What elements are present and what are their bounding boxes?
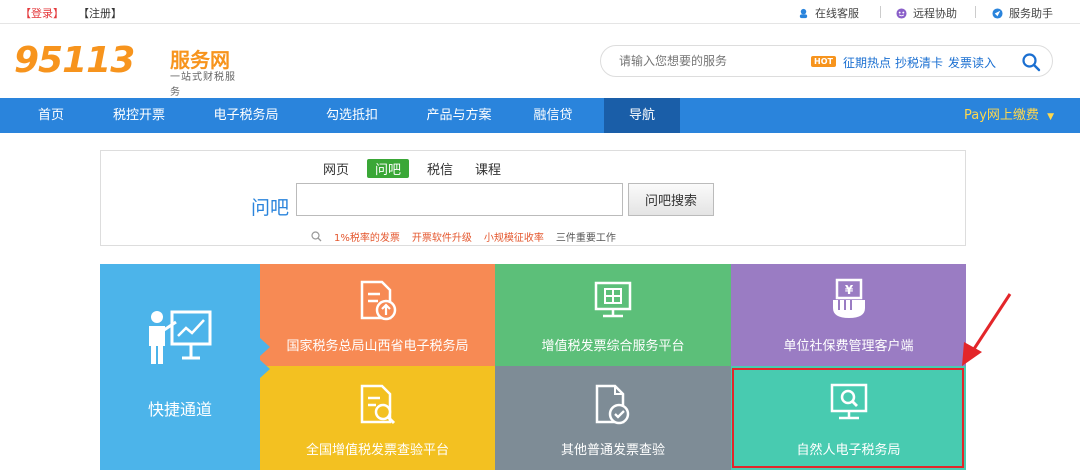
pointer-arrow-icon xyxy=(962,293,1012,366)
register-link[interactable]: 【注册】 xyxy=(78,5,122,21)
hot-badge: HOT xyxy=(811,56,836,67)
online-service-link[interactable]: 在线客服 xyxy=(798,5,859,21)
top-bar: 【登录】 【注册】 在线客服 远程协助 服务助手 xyxy=(0,0,1080,24)
logo-slogan: 一站式财税服务 xyxy=(170,72,236,98)
nav-home[interactable]: 首页 xyxy=(20,98,82,133)
nav-credit-loan[interactable]: 融信贷 xyxy=(522,98,584,133)
tab-course[interactable]: 课程 xyxy=(471,159,505,178)
login-link[interactable]: 【登录】 xyxy=(20,5,64,21)
wenba-search-button[interactable]: 问吧搜索 xyxy=(628,183,714,216)
document-search-icon xyxy=(360,384,396,425)
monitor-tax-icon xyxy=(594,281,632,318)
wenba-search-input[interactable] xyxy=(296,183,623,216)
wenba-tabs: 网页 问吧 税信 课程 xyxy=(319,159,505,178)
wenba-search-panel: 网页 问吧 税信 课程 问吧 问吧搜索 1%税率的发票 开票软件升级 小规模征收… xyxy=(100,150,966,246)
service-helper-icon xyxy=(992,7,1003,19)
quick-link-tax-clear[interactable]: 抄税清卡 xyxy=(895,54,943,71)
quick-link-invoice-read[interactable]: 发票读入 xyxy=(948,54,996,71)
tile-vat-platform[interactable]: 增值税发票综合服务平台 xyxy=(495,264,731,366)
nav-navigation[interactable]: 导航 xyxy=(604,98,680,133)
tile-vat-verification-label: 全国增值税发票查验平台 xyxy=(305,443,449,458)
document-check-icon xyxy=(595,384,630,425)
search-icon xyxy=(311,231,322,242)
tag-three-tasks[interactable]: 三件重要工作 xyxy=(556,229,616,244)
nav-online-pay-label: Pay网上缴费 xyxy=(964,108,1039,123)
main-nav: 首页 税控开票 电子税务局 勾选抵扣 产品与方案 融信贷 导航 Pay网上缴费 … xyxy=(0,98,1080,133)
svg-text:¥: ¥ xyxy=(845,283,854,297)
tile-social-insurance[interactable]: ¥ 单位社保费管理客户端 xyxy=(731,264,966,366)
tile-notch-bottom xyxy=(260,360,270,378)
quick-link-hot-period[interactable]: 征期热点 xyxy=(843,54,891,71)
tab-wenba[interactable]: 问吧 xyxy=(367,159,410,178)
remote-assist-link[interactable]: 远程协助 xyxy=(896,5,957,21)
search-input[interactable] xyxy=(619,52,799,70)
tile-shanxi-e-tax[interactable]: 国家税务总局山西省电子税务局 xyxy=(260,264,495,366)
service-helper-label: 服务助手 xyxy=(1009,7,1053,20)
nav-e-tax-bureau[interactable]: 电子税务局 xyxy=(200,98,292,133)
tile-general-invoice-check-label: 其他普通发票查验 xyxy=(560,443,665,458)
hand-yen-icon: ¥ xyxy=(833,278,865,318)
wenba-label: 问吧 xyxy=(251,197,290,219)
nav-tax-invoice[interactable]: 税控开票 xyxy=(100,98,178,133)
service-helper-link[interactable]: 服务助手 xyxy=(992,5,1053,21)
site-search: HOT 征期热点 抄税清卡 发票读入 xyxy=(600,45,1053,77)
tile-social-insurance-label: 单位社保费管理客户端 xyxy=(783,339,914,354)
online-service-label: 在线客服 xyxy=(815,7,859,20)
remote-assist-label: 远程协助 xyxy=(913,7,957,20)
tag-software-upgrade[interactable]: 开票软件升级 xyxy=(412,229,472,244)
headset-icon xyxy=(799,8,808,18)
search-icon[interactable] xyxy=(1021,52,1041,72)
tile-notch-top xyxy=(260,338,270,356)
tile-general-invoice-check[interactable]: 其他普通发票查验 xyxy=(495,366,731,470)
tab-web[interactable]: 网页 xyxy=(319,159,353,178)
logo-number: 95113 xyxy=(14,40,135,81)
presentation-icon xyxy=(149,310,212,364)
site-logo[interactable]: 95113 服务网 一站式财税服务 xyxy=(14,40,244,98)
tab-shuixin[interactable]: 税信 xyxy=(423,159,457,178)
nav-deduction[interactable]: 勾选抵扣 xyxy=(312,98,392,133)
tile-quick-channel[interactable]: 快捷通道 xyxy=(100,264,260,470)
highlight-box xyxy=(732,368,964,468)
tag-small-scale-rate[interactable]: 小规模征收率 xyxy=(484,229,544,244)
remote-assist-icon xyxy=(896,7,907,19)
tile-vat-verification[interactable]: 全国增值税发票查验平台 xyxy=(260,366,495,470)
tile-quick-channel-label: 快捷通道 xyxy=(147,400,212,419)
tile-vat-platform-label: 增值税发票综合服务平台 xyxy=(541,339,685,354)
chevron-down-icon: ▼ xyxy=(1047,112,1054,122)
nav-online-pay[interactable]: Pay网上缴费 ▼ xyxy=(964,98,1054,133)
document-upload-icon xyxy=(360,280,397,321)
nav-products[interactable]: 产品与方案 xyxy=(414,98,504,133)
wenba-hot-tags: 1%税率的发票 开票软件升级 小规模征收率 三件重要工作 xyxy=(311,229,616,244)
tile-shanxi-e-tax-label: 国家税务总局山西省电子税务局 xyxy=(286,339,469,354)
tag-one-percent-invoice[interactable]: 1%税率的发票 xyxy=(334,229,400,244)
